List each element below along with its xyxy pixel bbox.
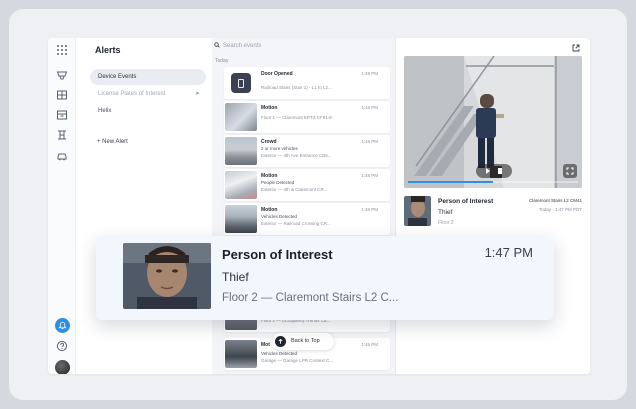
event-title: Motion <box>261 173 278 179</box>
notifications-button[interactable] <box>55 318 70 333</box>
nav-rail <box>48 38 76 374</box>
bell-icon <box>58 321 67 329</box>
door-icon <box>231 73 251 93</box>
alert-location: Floor 2 — Claremont Stairs L2 C... <box>222 292 399 304</box>
search-icon <box>214 42 220 48</box>
alert-popup-card[interactable]: Person of Interest 1:47 PM Thief Floor 2… <box>96 236 554 320</box>
event-location: Floor 1 — Claremont EPTZ CF81-8 <box>261 115 332 120</box>
video-player[interactable] <box>404 56 582 188</box>
sidebar-item-license-plates[interactable]: License Plates of Interest ➤ <box>90 86 206 102</box>
event-time: 1:48 PM <box>361 173 378 178</box>
event-time: 1:48 PM <box>361 105 378 110</box>
play-icon <box>486 168 502 174</box>
sidebar-item-device-events[interactable]: Device Events <box>90 69 206 85</box>
event-thumbnail <box>225 103 257 131</box>
event-title: Door Opened <box>261 71 293 77</box>
arrow-up-icon <box>275 336 286 347</box>
event-thumbnail <box>225 137 257 165</box>
detail-location: Floor 2 <box>438 220 454 226</box>
list-item[interactable]: Motion Vehicles Detected Exterior — Rail… <box>224 203 390 235</box>
event-location: Railroad Stairs (Stair 1) - L1 to L2... <box>261 85 332 90</box>
help-icon[interactable] <box>56 340 68 352</box>
event-title: Mot <box>261 342 270 348</box>
list-item[interactable]: Door Opened Railroad Stairs (Stair 1) - … <box>224 67 390 99</box>
event-title: Motion <box>261 207 278 213</box>
event-location: Garage — Garage LPR Context C... <box>261 358 334 363</box>
user-avatar[interactable] <box>55 360 70 374</box>
alert-subtitle: Thief <box>222 270 249 284</box>
new-alert-button[interactable]: + New Alert <box>97 139 128 145</box>
search-input[interactable]: Search events <box>223 43 261 49</box>
event-thumbnail <box>225 340 257 368</box>
access-control-icon[interactable] <box>56 129 68 141</box>
detail-title: Person of Interest <box>438 198 494 205</box>
event-location: Exterior — 4th Ave Entrance CB5... <box>261 153 332 158</box>
page-title: Alerts <box>95 45 121 55</box>
event-time: 1:48 PM <box>361 207 378 212</box>
list-item[interactable]: Motion People Detected Exterior — 4th & … <box>224 169 390 201</box>
scrub-progress <box>408 181 493 183</box>
alert-title: Person of Interest <box>222 247 333 262</box>
event-thumbnail <box>225 205 257 233</box>
pin-icon: ➤ <box>194 91 200 97</box>
sidebar-item-label: License Plates of Interest <box>98 91 166 97</box>
section-label: Today <box>215 58 229 64</box>
detail-time: Today · 1:47 PM PDT <box>538 207 582 212</box>
archive-icon[interactable] <box>56 109 68 121</box>
event-list: Search events Today Door Opened Railroad… <box>212 38 396 374</box>
app-window: Alerts Device Events License Plates of I… <box>48 38 590 374</box>
funnel-icon[interactable] <box>56 69 68 81</box>
back-to-top-label: Back to Top <box>291 338 320 344</box>
sidebar-item-label: Device Events <box>98 74 137 80</box>
event-subtitle: 2 or more vehicles <box>261 146 298 151</box>
list-item[interactable]: Crowd 2 or more vehicles Exterior — 4th … <box>224 135 390 167</box>
event-title: Crowd <box>261 139 277 145</box>
alerts-sidebar: Alerts Device Events License Plates of I… <box>76 38 212 374</box>
event-subtitle: Vehicles Detected <box>261 214 298 219</box>
event-thumbnail <box>225 171 257 199</box>
alert-time: 1:47 PM <box>484 245 533 260</box>
event-title: Motion <box>261 105 278 111</box>
detail-thumbnail <box>404 196 431 226</box>
playback-controls[interactable] <box>476 164 512 178</box>
share-icon[interactable] <box>572 44 580 52</box>
detail-camera: Claremont Stairs L2 CM41 <box>528 198 582 203</box>
vehicle-icon[interactable] <box>56 150 68 162</box>
grid-icon[interactable] <box>56 44 68 56</box>
search-bar[interactable]: Search events <box>214 42 261 49</box>
fullscreen-icon[interactable] <box>563 164 577 178</box>
alert-face-thumbnail <box>123 243 211 309</box>
event-time: 1:46 PM <box>361 342 378 347</box>
event-time: 1:48 PM <box>361 139 378 144</box>
back-to-top-button[interactable]: Back to Top <box>272 333 334 350</box>
event-time: 1:49 PM <box>361 71 378 76</box>
event-subtitle: People Detected <box>261 180 295 185</box>
detail-subtitle: Thief <box>438 209 453 216</box>
list-item[interactable]: Motion Floor 1 — Claremont EPTZ CF81-8 1… <box>224 101 390 133</box>
event-location: Exterior — 4th & Claremont CR... <box>261 187 328 192</box>
event-thumbnail <box>225 69 257 97</box>
event-location: Exterior — Railroad Crossing CR... <box>261 221 331 226</box>
event-subtitle: Vehicles Detected <box>261 351 298 356</box>
layout-icon[interactable] <box>56 89 68 101</box>
sidebar-item-helix[interactable]: Helix <box>90 103 206 119</box>
sidebar-item-label: Helix <box>98 108 112 114</box>
event-detail-panel: Person of Interest Thief Floor 2 Claremo… <box>396 38 590 374</box>
